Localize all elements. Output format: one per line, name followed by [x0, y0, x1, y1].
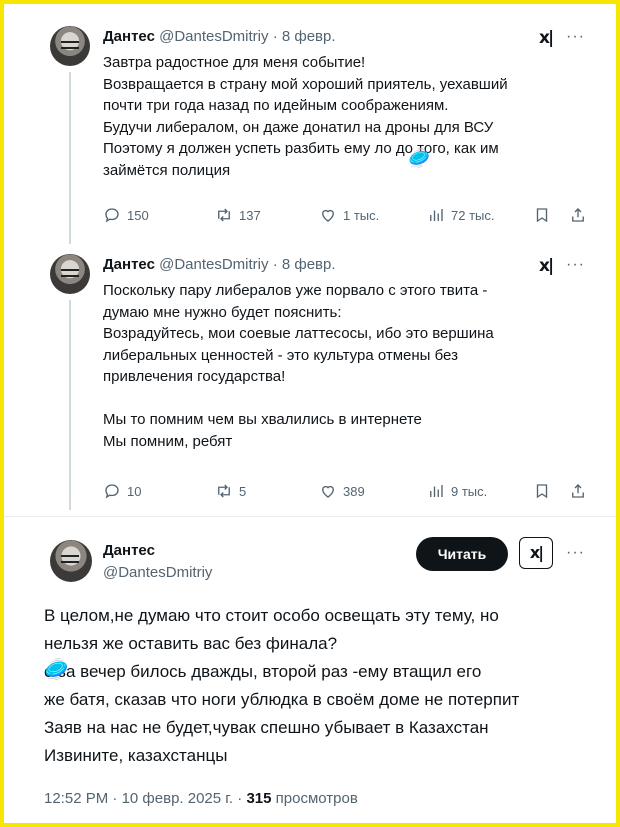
- tweet-header: Дантес @DantesDmitriy · 8 февр.: [103, 256, 336, 273]
- bookmark-button[interactable]: [533, 482, 551, 500]
- bookmark-button[interactable]: [533, 206, 551, 224]
- like-button[interactable]: 1 тыс.: [319, 206, 379, 224]
- tweet-time[interactable]: 12:52 PM: [44, 790, 108, 807]
- thread-line: [69, 72, 71, 244]
- reply-button[interactable]: 150: [103, 206, 149, 224]
- tweet-date[interactable]: 8 февр.: [282, 256, 336, 273]
- grok-icon[interactable]: x|: [519, 537, 553, 569]
- tweet-date[interactable]: 8 февр.: [282, 28, 336, 45]
- author-name[interactable]: Дантес: [103, 542, 155, 559]
- tweet-header: Дантес @DantesDmitriy · 8 февр.: [103, 28, 336, 45]
- reply-icon: [105, 484, 119, 499]
- grok-icon[interactable]: x|: [539, 28, 554, 48]
- repost-count: 137: [239, 207, 261, 223]
- repost-button[interactable]: 137: [215, 206, 261, 224]
- separator-dot: ·: [237, 790, 243, 807]
- views-icon: [430, 485, 443, 497]
- thread-line: [69, 300, 71, 510]
- reply-count: 10: [127, 483, 142, 499]
- follow-button[interactable]: Читать: [416, 537, 508, 571]
- grok-icon[interactable]: x|: [539, 256, 554, 276]
- emoji-icon: 🥏: [44, 659, 69, 681]
- share-icon: [572, 208, 584, 222]
- more-options-icon[interactable]: ···: [566, 28, 585, 46]
- tweet-date[interactable]: 10 февр. 2025 г.: [122, 790, 234, 807]
- tweet-text: Поскольку пару либералов уже порвало с э…: [103, 282, 494, 450]
- like-button[interactable]: 389: [319, 482, 365, 500]
- views-count: 9 тыс.: [451, 483, 488, 499]
- repost-count: 5: [239, 483, 247, 499]
- like-count: 1 тыс.: [343, 207, 380, 223]
- heart-icon: [322, 209, 334, 222]
- tweet-text: В целом,не думаю что стоит особо освещат…: [44, 606, 520, 765]
- emoji-icon: 🥏: [408, 148, 431, 168]
- author-name[interactable]: Дантес: [103, 256, 155, 273]
- views-label: просмотров: [275, 790, 358, 807]
- repost-icon: [218, 484, 230, 498]
- views-count: 315: [246, 790, 272, 807]
- more-options-icon[interactable]: ···: [566, 544, 585, 562]
- screenshot-frame: Дантес @DantesDmitriy · 8 февр. x| ··· З…: [4, 4, 616, 823]
- bookmark-icon: [536, 484, 548, 499]
- share-icon: [572, 484, 584, 498]
- reply-count: 150: [127, 207, 149, 223]
- author-handle[interactable]: @DantesDmitriy: [159, 256, 268, 273]
- reply-button[interactable]: 10: [103, 482, 141, 500]
- repost-icon: [218, 208, 230, 222]
- share-button[interactable]: [569, 206, 587, 224]
- tweet-meta: 12:52 PM · 10 февр. 2025 г. · 315 просмо…: [44, 790, 358, 807]
- avatar[interactable]: [50, 254, 90, 294]
- avatar[interactable]: [50, 540, 92, 582]
- reply-icon: [105, 208, 119, 223]
- views-icon: [430, 209, 443, 221]
- avatar[interactable]: [50, 26, 90, 66]
- tweet-actions: 10 5 389 9 тыс.: [103, 482, 593, 502]
- views-button[interactable]: 72 тыс.: [427, 206, 494, 224]
- views-button[interactable]: 9 тыс.: [427, 482, 487, 500]
- repost-button[interactable]: 5: [215, 482, 246, 500]
- tweet-actions: 150 137 1 тыс. 72 тыс.: [103, 206, 593, 226]
- author-name[interactable]: Дантес: [103, 28, 155, 45]
- separator-dot: ·: [272, 256, 278, 273]
- more-options-icon[interactable]: ···: [566, 256, 585, 274]
- tweet-text: Завтра радостное для меня событие! Возвр…: [103, 54, 508, 179]
- share-button[interactable]: [569, 482, 587, 500]
- separator-dot: ·: [272, 28, 278, 45]
- divider: [4, 516, 616, 517]
- separator-dot: ·: [112, 790, 118, 807]
- views-count: 72 тыс.: [451, 207, 495, 223]
- author-handle[interactable]: @DantesDmitriy: [103, 564, 212, 581]
- author-handle[interactable]: @DantesDmitriy: [159, 28, 268, 45]
- like-count: 389: [343, 483, 365, 499]
- heart-icon: [322, 485, 334, 498]
- bookmark-icon: [536, 208, 548, 223]
